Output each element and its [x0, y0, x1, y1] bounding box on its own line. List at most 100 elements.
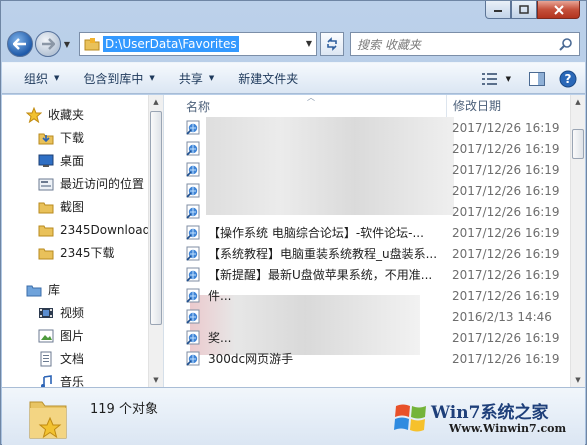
refresh-icon: [327, 37, 337, 51]
library-item[interactable]: 图片: [2, 324, 149, 347]
file-date: 2017/12/26 16:19: [452, 183, 560, 198]
internet-shortcut-icon: [186, 183, 201, 198]
share-button[interactable]: 共享 ▼: [167, 66, 226, 90]
chevron-down-icon: ▼: [505, 75, 511, 83]
minimize-button[interactable]: [485, 1, 511, 19]
folder-icon: [84, 38, 100, 51]
navigation-pane: 收藏夹 下载桌面最近访问的位置截图 2345Downloads 2345下载 库 视…: [2, 95, 164, 387]
address-dropdown-icon[interactable]: ▼: [306, 39, 312, 48]
forward-button[interactable]: [35, 31, 61, 57]
library-icon: [26, 282, 42, 298]
file-name: 300dc网页游手: [208, 352, 294, 366]
file-rows: 2017/12/26 16:19 2017/12/26 16:19 2017/12/…: [164, 117, 570, 369]
file-date: 2016/2/13 14:46: [452, 309, 552, 324]
maximize-button[interactable]: [511, 1, 537, 19]
scroll-down-icon[interactable]: ▼: [571, 373, 585, 387]
internet-shortcut-icon: [186, 330, 201, 345]
chevron-down-icon: ▼: [149, 74, 155, 82]
address-bar[interactable]: D:\UserData\Favorites ▼: [79, 32, 317, 56]
favorites-item[interactable]: 截图: [2, 195, 149, 218]
address-row: ▼ D:\UserData\Favorites ▼ 搜索 收藏夹: [7, 29, 580, 59]
file-row[interactable]: 奖... 2017/12/26 16:19: [164, 327, 570, 348]
file-row[interactable]: 2017/12/26 16:19: [164, 180, 570, 201]
file-name: 【系统教程】电脑重装系统教程_u盘装系...: [208, 247, 438, 261]
favorites-item[interactable]: 2345Downloads: [2, 218, 149, 241]
view-options-button[interactable]: ▼: [481, 73, 511, 85]
favorites-item[interactable]: 桌面: [2, 149, 149, 172]
svg-text:?: ?: [565, 72, 572, 86]
files-scrollbar[interactable]: ▲ ▼: [570, 95, 585, 387]
file-row[interactable]: 300dc网页游手 2017/12/26 16:19: [164, 348, 570, 369]
chevron-down-icon: ▼: [208, 74, 215, 82]
include-in-library-label: 包含到库中: [83, 71, 144, 86]
search-icon[interactable]: [559, 37, 573, 51]
content-panes: 收藏夹 下载桌面最近访问的位置截图 2345Downloads 2345下载 库 视…: [2, 95, 585, 387]
chevron-down-icon: ▼: [54, 74, 60, 82]
library-item-label: 文档: [60, 352, 85, 366]
refresh-button[interactable]: [320, 32, 344, 56]
organize-button[interactable]: 组织 ▼: [12, 66, 71, 90]
library-item-label: 音乐: [60, 375, 85, 387]
library-item[interactable]: 视频: [2, 301, 149, 324]
file-row[interactable]: 【操作系统 电脑综合论坛】-软件论坛-... 2017/12/26 16:19: [164, 222, 570, 243]
help-icon: ?: [559, 70, 577, 88]
column-name-header[interactable]: 名称: [186, 98, 210, 115]
organize-label: 组织: [24, 71, 49, 86]
column-date-header[interactable]: 修改日期: [446, 95, 501, 117]
internet-shortcut-icon: [186, 120, 201, 135]
navigation-list: 收藏夹 下载桌面最近访问的位置截图 2345Downloads 2345下载 库 视…: [2, 95, 149, 387]
picture-library-icon: [38, 328, 54, 344]
file-row[interactable]: 2017/12/26 16:19: [164, 138, 570, 159]
download-folder-icon: [38, 130, 54, 146]
file-row[interactable]: 2017/12/26 16:19: [164, 201, 570, 222]
files-scroll-thumb[interactable]: [572, 129, 584, 159]
file-row[interactable]: 2017/12/26 16:19: [164, 117, 570, 138]
nav-favorites[interactable]: 收藏夹: [2, 103, 149, 126]
scroll-down-icon[interactable]: ▼: [149, 373, 163, 387]
file-row[interactable]: 2016/2/13 14:46: [164, 306, 570, 327]
file-row[interactable]: 2017/12/26 16:19: [164, 159, 570, 180]
close-button[interactable]: [537, 1, 580, 19]
folder-icon: [38, 245, 54, 261]
preview-pane-icon: [529, 72, 545, 86]
back-button[interactable]: [7, 31, 33, 57]
caption-buttons: [485, 1, 580, 19]
help-button[interactable]: ?: [559, 70, 577, 88]
nav-scrollbar[interactable]: ▲ ▼: [148, 95, 163, 387]
share-label: 共享: [178, 71, 203, 86]
file-row[interactable]: 【系统教程】电脑重装系统教程_u盘装系... 2017/12/26 16:19: [164, 243, 570, 264]
include-in-library-button[interactable]: 包含到库中 ▼: [71, 66, 166, 90]
library-item[interactable]: 文档: [2, 347, 149, 370]
arrow-right-icon: [42, 38, 55, 50]
search-input[interactable]: 搜索 收藏夹: [350, 32, 580, 56]
folder-icon: [38, 222, 54, 238]
file-date: 2017/12/26 16:19: [452, 330, 560, 345]
video-library-icon: [38, 305, 54, 321]
address-path[interactable]: D:\UserData\Favorites: [103, 36, 239, 52]
file-list-pane: ︿ 名称 修改日期 2017/12/26 16:19 2017/12/26 16:…: [164, 95, 585, 387]
file-date: 2017/12/26 16:19: [452, 246, 560, 261]
nav-scroll-thumb[interactable]: [150, 111, 162, 325]
preview-pane-button[interactable]: [529, 72, 545, 86]
nav-favorites-label: 收藏夹: [48, 108, 85, 122]
internet-shortcut-icon: [186, 162, 201, 177]
watermark-brand: Win7系统之家: [431, 403, 549, 423]
library-item[interactable]: 音乐: [2, 370, 149, 387]
favorites-item-label: 最近访问的位置: [60, 177, 145, 191]
file-row[interactable]: 件... 2017/12/26 16:19: [164, 285, 570, 306]
new-folder-button[interactable]: 新建文件夹: [226, 66, 310, 90]
scroll-up-icon[interactable]: ▲: [149, 95, 163, 109]
scroll-up-icon[interactable]: ▲: [571, 95, 585, 109]
favorites-item[interactable]: 下载: [2, 126, 149, 149]
recent-pages-dropdown[interactable]: ▼: [61, 31, 73, 57]
maximize-icon: [519, 5, 529, 14]
file-date: 2017/12/26 16:19: [452, 288, 560, 303]
file-row[interactable]: 【新提醒】最新U盘做苹果系统，不用准... 2017/12/26 16:19: [164, 264, 570, 285]
nav-library[interactable]: 库: [2, 278, 149, 301]
favorites-item-label: 下载: [60, 131, 85, 145]
folder-icon: [38, 199, 54, 215]
favorites-item[interactable]: 2345下载: [2, 241, 149, 264]
file-date: 2017/12/26 16:19: [452, 120, 560, 135]
library-item-label: 图片: [60, 329, 85, 343]
favorites-item[interactable]: 最近访问的位置: [2, 172, 149, 195]
